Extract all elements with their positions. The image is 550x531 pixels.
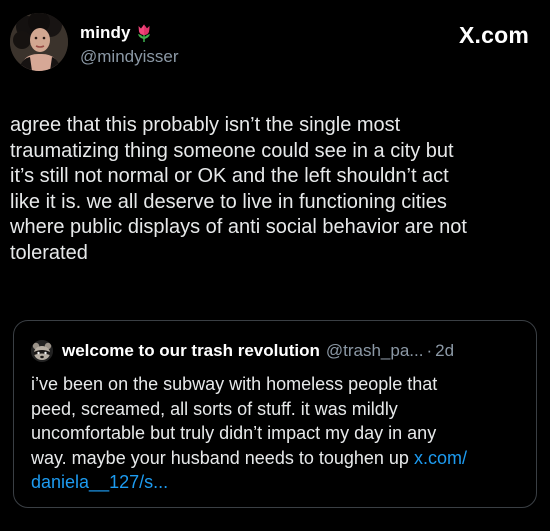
author-avatar-image: [10, 13, 68, 71]
quoted-timestamp[interactable]: 2d: [435, 341, 454, 361]
author-avatar[interactable]: [10, 13, 68, 71]
x-brand-logo: X.com: [458, 22, 529, 48]
raccoon-avatar-image: [31, 340, 53, 362]
display-name-row: mindy: [80, 22, 179, 44]
author-handle[interactable]: @mindyisser: [80, 47, 179, 67]
quoted-author-handle[interactable]: @trash_pa...: [326, 341, 424, 361]
tweet-header: mindy @mindyisser X.com: [0, 0, 550, 100]
author-display-name[interactable]: mindy: [80, 23, 131, 43]
quoted-author-display-name[interactable]: welcome to our trash revolution: [62, 341, 320, 361]
quoted-tweet-header: welcome to our trash revolution @trash_p…: [31, 340, 454, 362]
quoted-author-avatar[interactable]: [31, 340, 53, 362]
author-names: mindy @mindyisser: [80, 22, 179, 67]
quoted-separator-dot: ·: [426, 341, 433, 360]
quoted-tweet-body: i’ve been on the subway with homeless pe…: [31, 374, 438, 468]
quoted-tweet-card[interactable]: welcome to our trash revolution @trash_p…: [13, 320, 537, 508]
tulip-icon: [135, 23, 153, 43]
tweet-text: agree that this probably isn’t the singl…: [10, 114, 467, 264]
quoted-tweet-text: i’ve been on the subway with homeless pe…: [31, 372, 526, 495]
